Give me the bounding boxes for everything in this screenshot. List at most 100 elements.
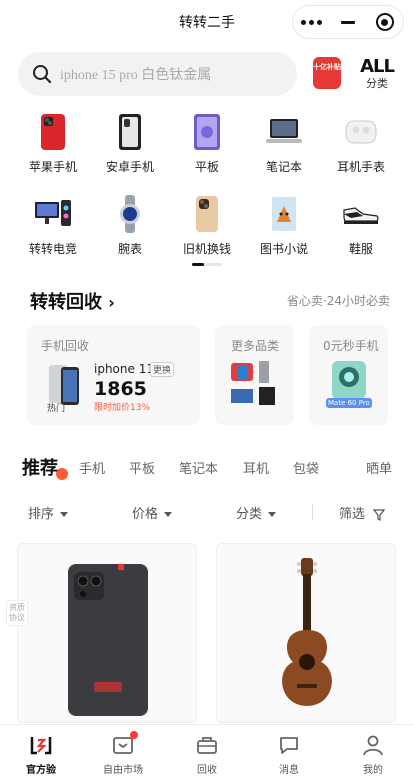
nav-recycle[interactable]: 回收	[166, 733, 248, 776]
app-page: 转转二手 iphone 15 pro 白色钛金属 十亿补贴 ALL 分类 苹果手…	[0, 0, 414, 780]
more-categories-card[interactable]: 更多品类	[215, 325, 294, 425]
category-label: 苹果手机	[28, 160, 77, 174]
nav-official-check[interactable]: 官方验	[0, 733, 82, 776]
tablet-icon	[187, 112, 227, 152]
tab-showcase[interactable]: 晒单	[366, 458, 392, 477]
price-dropdown[interactable]: 价格	[132, 503, 173, 522]
recycle-bag-icon	[195, 733, 219, 757]
category-label: 鞋服	[348, 242, 373, 256]
all-categories-button[interactable]: ALL 分类	[357, 56, 397, 91]
feed-tabs: 推荐 手机 平板 笔记本 耳机 包袋 晒单	[0, 452, 414, 484]
recycle-section-title[interactable]: 转转回收 ›	[30, 288, 115, 314]
tab-phone[interactable]: 手机	[79, 458, 105, 477]
category-item[interactable]: 耳机手表	[322, 112, 400, 175]
filter-divider	[312, 504, 313, 520]
category-item[interactable]: 安卓手机	[91, 112, 169, 175]
category-item[interactable]: 平板	[168, 112, 246, 175]
minimize-icon	[341, 20, 355, 24]
phone-recycle-card[interactable]: 手机回收 热门 iphone 11 更换 1865 限时加价13%	[27, 325, 200, 425]
search-placeholder: iphone 15 pro 白色钛金属	[60, 68, 212, 83]
chevron-down-icon	[60, 512, 69, 517]
laptop-icon	[264, 112, 304, 152]
product-card[interactable]	[17, 543, 197, 723]
filter-button[interactable]: 筛选	[339, 503, 386, 522]
price-label: 价格	[132, 507, 159, 522]
hot-tag: 热门	[47, 404, 66, 414]
category-label: 图书小说	[259, 242, 308, 256]
category-filter-label: 分类	[236, 507, 263, 522]
swap-model-button[interactable]: 更换	[150, 362, 175, 377]
recycle-price: 1865	[94, 378, 147, 400]
earbuds-icon	[341, 112, 381, 152]
tab-tablet[interactable]: 平板	[129, 458, 155, 477]
category-grid: 苹果手机 安卓手机 平板 笔记本 耳机手表 转转电竞 腕表 旧机换钱 图书小说 …	[0, 112, 414, 276]
book-icon	[264, 194, 304, 234]
more-dots-icon	[300, 19, 322, 25]
category-page-indicator	[192, 263, 222, 266]
filter-label: 筛选	[339, 507, 366, 522]
tab-laptop[interactable]: 笔记本	[179, 458, 218, 477]
card-title: 0元秒手机	[323, 339, 379, 353]
card-title: 更多品类	[231, 339, 280, 353]
mate-label: Mate 60 Pro	[326, 398, 372, 408]
category-label: 转转电竞	[28, 242, 77, 256]
nav-messages[interactable]: 消息	[248, 733, 330, 776]
product-card[interactable]	[216, 543, 396, 723]
category-item[interactable]: 鞋服	[322, 194, 400, 257]
tab-earphones[interactable]: 耳机	[243, 458, 269, 477]
filter-bar: 排序 价格 分类 筛选	[0, 500, 414, 524]
category-label: 腕表	[117, 242, 142, 256]
zero-yuan-phone-card[interactable]: 0元秒手机 Mate 60 Pro	[309, 325, 388, 425]
product-phone-image	[68, 564, 148, 716]
nav-profile[interactable]: 我的	[332, 733, 414, 776]
tab-bags[interactable]: 包袋	[293, 458, 319, 477]
iphone-icon	[33, 112, 73, 152]
mini-program-capsule	[292, 5, 404, 39]
nav-label: 自由市场	[103, 765, 143, 776]
watch-icon	[110, 194, 150, 234]
target-circle-icon	[375, 13, 394, 31]
card-title: 手机回收	[41, 339, 90, 353]
category-item[interactable]: 转转电竞	[14, 194, 92, 257]
bottom-nav: 官方验 自由市场 回收 消息 我的	[0, 724, 414, 780]
tab-recommend[interactable]: 推荐	[22, 454, 58, 480]
category-item[interactable]: 笔记本	[245, 112, 323, 175]
sneaker-icon	[341, 194, 381, 234]
subsidy-badge[interactable]: 十亿补贴	[313, 57, 341, 89]
category-item[interactable]: 图书小说	[245, 194, 323, 257]
minimize-button[interactable]	[330, 6, 367, 38]
market-icon	[111, 731, 138, 757]
category-label: 安卓手机	[105, 160, 154, 174]
category-label: 分类	[366, 77, 388, 90]
qualification-agreement-link[interactable]: 资质协议	[6, 600, 28, 626]
gaming-pc-icon	[33, 194, 73, 234]
product-ukulele-image	[282, 558, 332, 706]
official-check-icon	[29, 733, 53, 757]
nav-free-market[interactable]: 自由市场	[82, 731, 164, 776]
chevron-down-icon	[268, 512, 277, 517]
nav-label: 我的	[363, 765, 383, 776]
recycle-subtitle: 省心卖·24小时必卖	[286, 294, 390, 308]
category-item[interactable]: 腕表	[91, 194, 169, 257]
phone-model: iphone 11	[94, 362, 154, 376]
more-menu-button[interactable]	[293, 6, 330, 38]
sort-dropdown[interactable]: 排序	[28, 503, 69, 522]
nav-label: 官方验	[26, 765, 56, 776]
chevron-down-icon	[164, 512, 173, 517]
message-icon	[277, 733, 301, 757]
category-item[interactable]: 旧机换钱	[168, 194, 246, 257]
search-bar[interactable]: iphone 15 pro 白色钛金属	[18, 52, 297, 96]
category-dropdown[interactable]: 分类	[236, 503, 277, 522]
sort-label: 排序	[28, 507, 55, 522]
nav-label: 回收	[197, 765, 217, 776]
category-label: 耳机手表	[336, 160, 385, 174]
category-item[interactable]: 苹果手机	[14, 112, 92, 175]
title-bar: 转转二手	[0, 0, 414, 44]
nav-label: 消息	[279, 765, 299, 776]
category-row: 苹果手机 安卓手机 平板 笔记本 耳机手表	[0, 112, 414, 194]
promo-text: 限时加价13%	[94, 403, 151, 413]
chevron-right-icon: ›	[108, 293, 115, 312]
recycle-title-text: 转转回收	[30, 292, 102, 313]
category-label: 平板	[194, 160, 219, 174]
close-target-button[interactable]	[366, 6, 403, 38]
